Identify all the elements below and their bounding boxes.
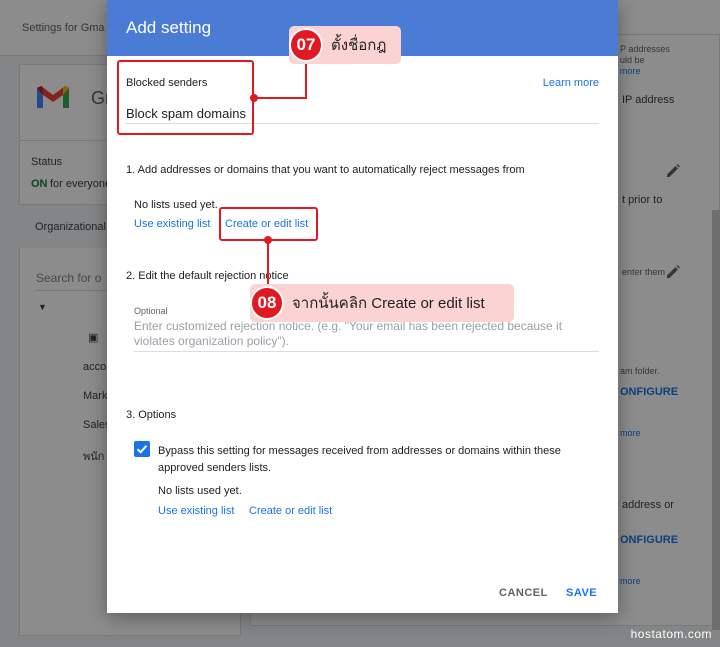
callout-step-8: 08 จากนั้นคลิก Create or edit list (250, 284, 514, 322)
connector-line (305, 58, 307, 99)
bypass-checkbox[interactable] (134, 441, 150, 457)
step-text: จากนั้นคลิก Create or edit list (292, 295, 485, 312)
empty-lists-text: No lists used yet. (134, 199, 218, 211)
empty-lists-text: No lists used yet. (158, 485, 242, 497)
step-text: ตั้งชื่อกฎ (331, 37, 387, 54)
use-existing-list-link[interactable]: Use existing list (134, 218, 210, 230)
section-3-title: 3. Options (126, 409, 177, 421)
use-existing-list-link[interactable]: Use existing list (158, 505, 234, 517)
optional-label: Optional (134, 306, 168, 316)
step-number: 07 (289, 28, 323, 62)
check-icon (136, 445, 148, 454)
learn-more-link[interactable]: Learn more (543, 77, 599, 89)
connector-line (267, 240, 269, 286)
connector-line (254, 97, 307, 99)
section-2-title: 2. Edit the default rejection notice (126, 270, 289, 282)
save-button[interactable]: SAVE (566, 587, 597, 599)
bypass-label: Bypass this setting for messages receive… (158, 445, 561, 474)
rejection-notice-input[interactable]: Enter customized rejection notice. (e.g.… (134, 319, 599, 352)
highlight-box-setting-name (117, 60, 254, 135)
dialog-title: Add setting (126, 18, 212, 37)
callout-step-7: 07 ตั้งชื่อกฎ (289, 26, 401, 64)
step-number: 08 (250, 286, 284, 320)
create-or-edit-list-link[interactable]: Create or edit list (249, 505, 332, 517)
section-1-title: 1. Add addresses or domains that you wan… (126, 164, 525, 176)
cancel-button[interactable]: CANCEL (499, 587, 548, 599)
watermark: hostatom.com (630, 627, 712, 641)
